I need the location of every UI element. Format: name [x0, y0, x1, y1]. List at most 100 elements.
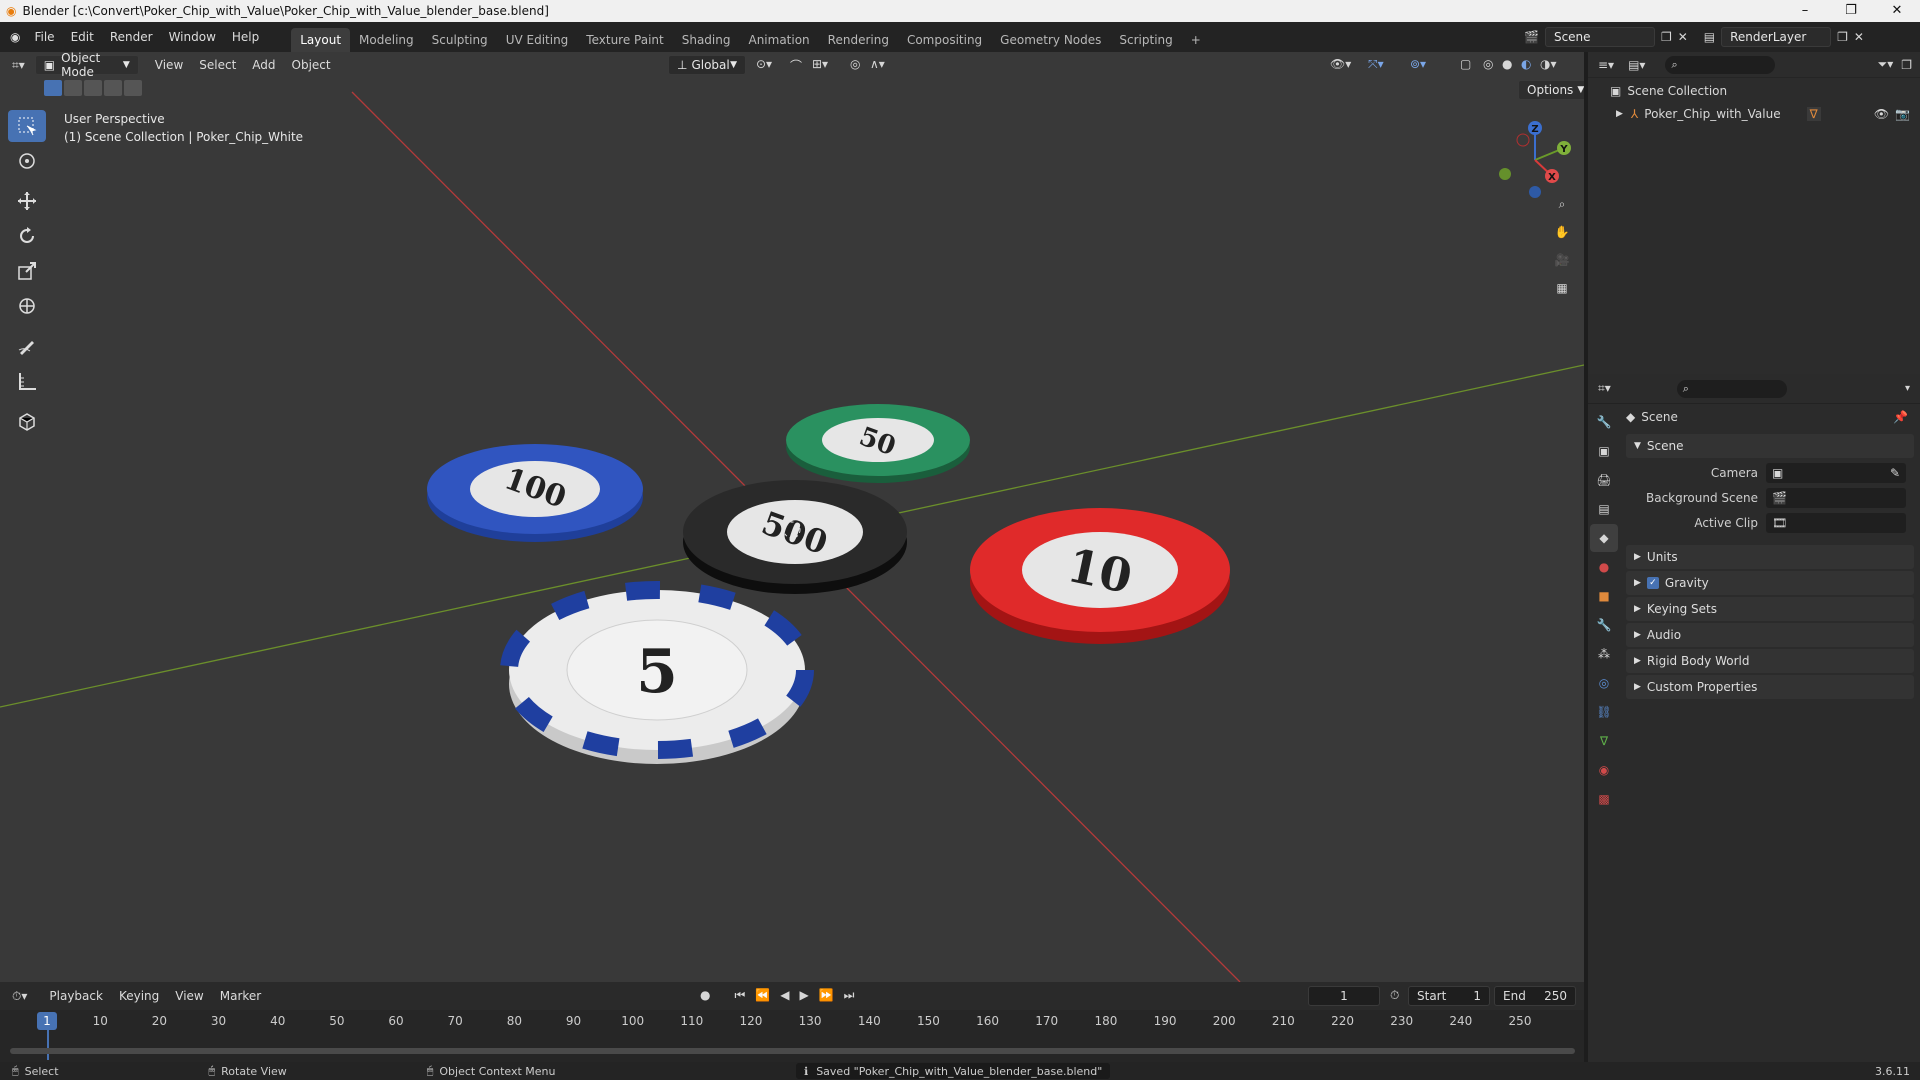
add-workspace-button[interactable]: +	[1182, 28, 1210, 52]
tab-uv-editing[interactable]: UV Editing	[497, 28, 578, 52]
scene-selector-icon[interactable]: 🎬	[1524, 30, 1539, 44]
editor-type-icon[interactable]: ⌗▾	[12, 58, 25, 73]
menu-file[interactable]: File	[26, 30, 62, 44]
transform-tool[interactable]	[8, 290, 46, 322]
menu-view[interactable]: View	[147, 55, 191, 75]
tab-texture-paint[interactable]: Texture Paint	[577, 28, 672, 52]
start-frame-field[interactable]: Start 1	[1408, 986, 1490, 1006]
select-invert-icon[interactable]	[104, 80, 122, 96]
transform-orientation-selector[interactable]: ⊥ Global ▼	[668, 55, 746, 75]
new-collection-icon[interactable]: ❐	[1901, 58, 1912, 72]
tab-rendering[interactable]: Rendering	[819, 28, 898, 52]
mode-selector[interactable]: ▣ Object Mode ▼	[34, 52, 139, 79]
falloff-icon[interactable]: ∧▾	[870, 57, 885, 71]
menu-help[interactable]: Help	[224, 30, 267, 44]
material-preview-icon[interactable]: ◐	[1521, 57, 1531, 71]
material-tab-icon[interactable]: ◉	[1590, 756, 1618, 784]
rotate-tool[interactable]	[8, 220, 46, 252]
tab-geometry-nodes[interactable]: Geometry Nodes	[991, 28, 1110, 52]
data-tab-icon[interactable]: ∇	[1590, 727, 1618, 755]
menu-select[interactable]: Select	[191, 55, 244, 75]
tab-shading[interactable]: Shading	[673, 28, 740, 52]
menu-marker[interactable]: Marker	[212, 986, 269, 1006]
jump-end-icon[interactable]: ⏭	[844, 988, 855, 1003]
chevron-down-icon[interactable]: ▾	[1905, 383, 1910, 394]
outliner-editor-icon[interactable]: ≡▾	[1598, 58, 1614, 72]
select-box-tool[interactable]	[8, 110, 46, 142]
eyedropper-icon[interactable]: ✎	[1890, 466, 1900, 480]
snap-icon[interactable]: ⌒	[790, 57, 802, 74]
camera-view-icon[interactable]: 🎥	[1548, 246, 1576, 274]
blender-menu-icon[interactable]: ◉	[10, 30, 20, 44]
menu-object[interactable]: Object	[284, 55, 339, 75]
texture-tab-icon[interactable]: ▩	[1590, 785, 1618, 813]
menu-keying[interactable]: Keying	[111, 986, 167, 1006]
pan-hand-icon[interactable]: ✋	[1548, 218, 1576, 246]
maximize-button[interactable]: ❐	[1828, 0, 1874, 22]
add-cube-tool[interactable]	[8, 405, 46, 437]
gizmo-toggle-icon[interactable]: ⤧▾	[1368, 57, 1384, 72]
scale-tool[interactable]	[8, 255, 46, 287]
wireframe-shading-icon[interactable]: ◎	[1483, 57, 1493, 71]
preview-range-icon[interactable]: ⏱	[1390, 988, 1399, 1003]
visibility-selector-icon[interactable]: 👁▾	[1330, 57, 1351, 71]
select-new-icon[interactable]	[44, 80, 62, 96]
tool-tab-icon[interactable]: 🔧	[1590, 408, 1618, 436]
jump-start-icon[interactable]: ⏮	[734, 988, 745, 1003]
outliner-root-row[interactable]: ▣ Scene Collection	[1588, 78, 1920, 104]
properties-search-input[interactable]: ⌕	[1676, 379, 1787, 398]
timeline-area[interactable]: 10 20 30 40 50 60 70 80 90 100 110 120 130 140 150 160 1…	[0, 1010, 1584, 1062]
view-layer-icon[interactable]: ▤	[1704, 30, 1715, 44]
keying-sets-section[interactable]: ▶ Keying Sets	[1626, 597, 1914, 621]
render-tab-icon[interactable]: ▣	[1590, 437, 1618, 465]
select-extend-icon[interactable]	[64, 80, 82, 96]
modifier-tab-icon[interactable]: 🔧	[1590, 611, 1618, 639]
audio-section[interactable]: ▶ Audio	[1626, 623, 1914, 647]
xray-toggle-icon[interactable]: ▢	[1460, 57, 1471, 71]
new-scene-icon[interactable]: ❐	[1661, 30, 1672, 44]
close-button[interactable]: ✕	[1874, 0, 1920, 22]
proportional-edit-icon[interactable]: ◎	[850, 57, 860, 71]
object-tab-icon[interactable]: ■	[1590, 582, 1618, 610]
play-reverse-icon[interactable]: ◀	[780, 988, 789, 1003]
visibility-eye-icon[interactable]: 👁	[1874, 107, 1889, 121]
timeline-editor-icon[interactable]: ⏱▾	[12, 989, 27, 1004]
active-clip-field[interactable]: 🎞	[1766, 512, 1906, 533]
pivot-point-icon[interactable]: ⊙▾	[756, 57, 772, 71]
physics-tab-icon[interactable]: ◎	[1590, 669, 1618, 697]
next-keyframe-icon[interactable]: ⏩	[819, 988, 834, 1003]
custom-properties-section[interactable]: ▶ Custom Properties	[1626, 675, 1914, 699]
expand-arrow-icon[interactable]: ▶	[1616, 109, 1623, 119]
options-button[interactable]: Options ▼	[1518, 80, 1584, 100]
scene-tab-icon[interactable]: ◆	[1590, 524, 1618, 552]
zoom-icon[interactable]: ⌕	[1548, 190, 1576, 218]
tab-sculpting[interactable]: Sculpting	[423, 28, 497, 52]
playhead[interactable]: 1	[37, 1012, 57, 1030]
menu-playback[interactable]: Playback	[41, 986, 111, 1006]
navigation-gizmo[interactable]: Z Y X	[1488, 110, 1578, 200]
frame-ruler[interactable]: 10 20 30 40 50 60 70 80 90 100 110 120 130 140 150 160 1…	[0, 1010, 1584, 1034]
minimize-button[interactable]: –	[1782, 0, 1828, 22]
prev-keyframe-icon[interactable]: ⏪	[755, 988, 770, 1003]
gravity-checkbox[interactable]: ✓	[1646, 577, 1659, 589]
move-tool[interactable]	[8, 185, 46, 217]
rigid-body-world-section[interactable]: ▶ Rigid Body World	[1626, 649, 1914, 673]
select-intersect-icon[interactable]	[124, 80, 142, 96]
overlay-toggle-icon[interactable]: ⊚▾	[1410, 57, 1426, 71]
new-view-layer-icon[interactable]: ❐	[1837, 30, 1848, 44]
outliner-search-input[interactable]: ⌕	[1665, 55, 1776, 74]
current-frame-field[interactable]: 1	[1308, 986, 1380, 1006]
view-layer-tab-icon[interactable]: ▤	[1590, 495, 1618, 523]
render-camera-icon[interactable]: 📷	[1895, 107, 1910, 121]
tab-animation[interactable]: Animation	[739, 28, 818, 52]
background-scene-field[interactable]: 🎬	[1766, 487, 1906, 508]
record-icon[interactable]: ●	[700, 988, 710, 1003]
menu-render[interactable]: Render	[102, 30, 161, 44]
display-mode-icon[interactable]: ▤▾	[1628, 58, 1645, 72]
tab-scripting[interactable]: Scripting	[1110, 28, 1181, 52]
properties-editor-icon[interactable]: ⌗▾	[1598, 381, 1611, 396]
ortho-grid-icon[interactable]: ▦	[1548, 274, 1576, 302]
play-icon[interactable]: ▶	[799, 988, 808, 1003]
constraints-tab-icon[interactable]: ⛓	[1590, 698, 1618, 726]
3d-viewport[interactable]: 100 50 500 10 5 ⌗▾ ▣ Object Mode ▼ View …	[0, 52, 1584, 982]
